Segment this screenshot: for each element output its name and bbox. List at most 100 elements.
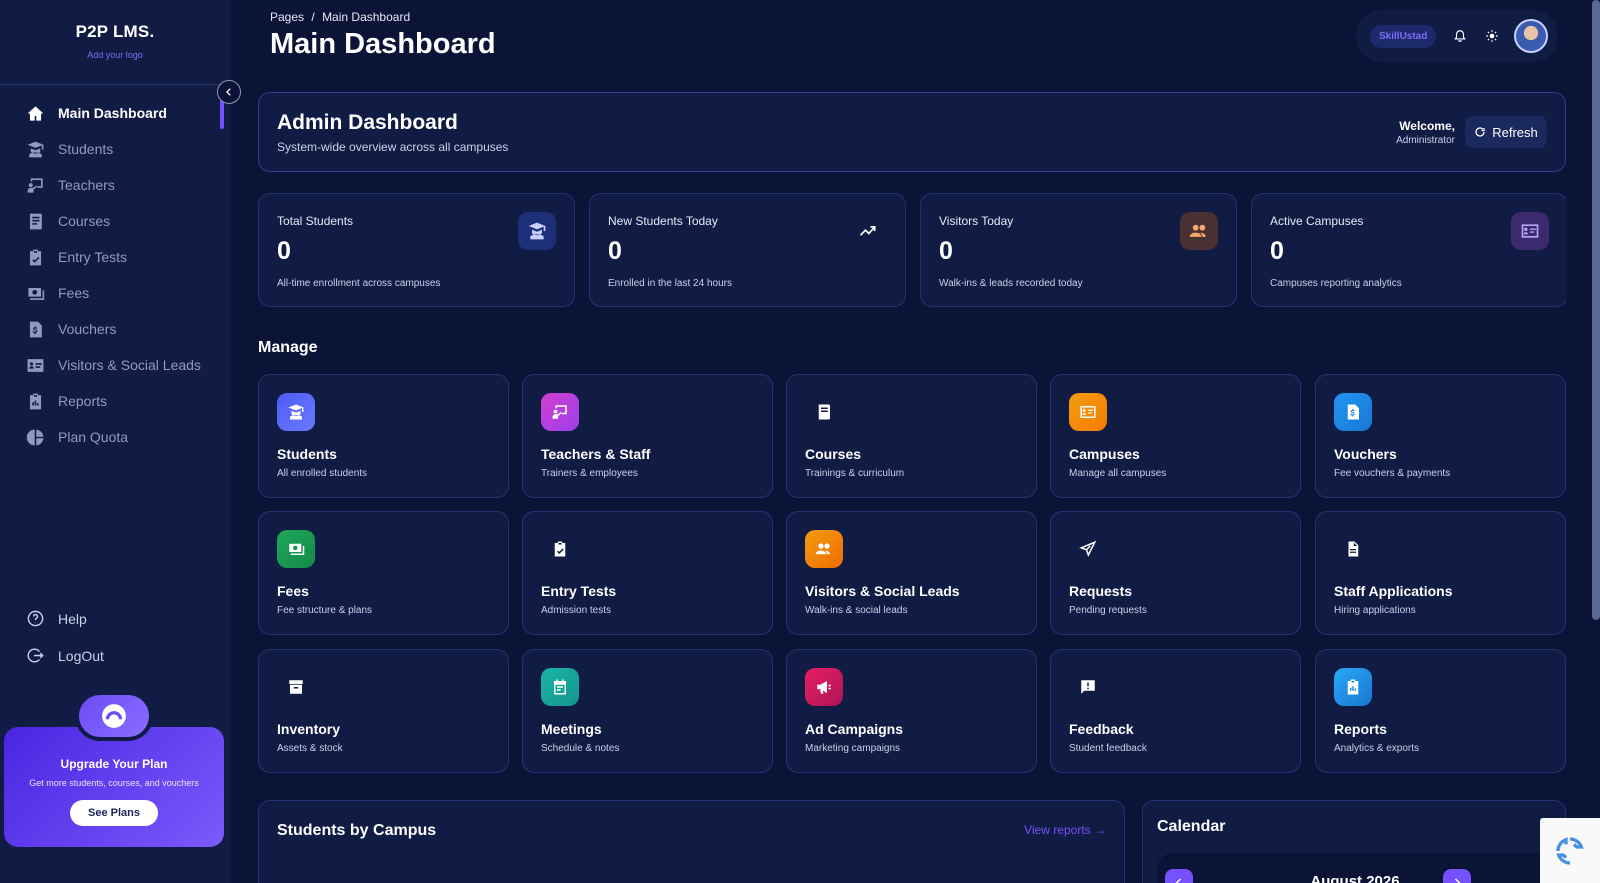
- users-icon: [805, 530, 843, 568]
- refresh-label: Refresh: [1492, 124, 1538, 140]
- breadcrumb-root[interactable]: Pages: [270, 10, 304, 24]
- tile-ad-campaigns[interactable]: Ad Campaigns Marketing campaigns: [786, 649, 1037, 773]
- manage-section-title: Manage: [258, 339, 318, 356]
- breadcrumb-current: Main Dashboard: [322, 10, 411, 24]
- calendar-title: Calendar: [1157, 818, 1226, 835]
- tile-teachers-staff[interactable]: Teachers & Staff Trainers & employees: [522, 374, 773, 498]
- upgrade-title: Upgrade Your Plan: [60, 757, 168, 771]
- tile-title: Vouchers: [1334, 446, 1397, 462]
- tile-feedback[interactable]: Feedback Student feedback: [1050, 649, 1301, 773]
- tile-staff-applications[interactable]: Staff Applications Hiring applications: [1315, 511, 1566, 635]
- chevron-left-icon: [226, 88, 231, 96]
- brand: P2P LMS. Add your logo: [0, 0, 230, 85]
- sidebar-item-plan-quota[interactable]: Plan Quota: [0, 419, 230, 455]
- sidebar-item-fees[interactable]: Fees: [0, 275, 230, 311]
- tile-title: Campuses: [1069, 446, 1140, 462]
- tile-subtitle: Trainers & employees: [541, 468, 638, 479]
- tile-meetings[interactable]: Meetings Schedule & notes: [522, 649, 773, 773]
- calendar-widget: August 2026: [1157, 853, 1553, 883]
- chevron-right-icon: [1454, 878, 1461, 883]
- view-reports-link[interactable]: View reports →: [1024, 823, 1106, 837]
- brand-name: P2P LMS.: [75, 22, 155, 41]
- sidebar-item-students[interactable]: Students: [0, 131, 230, 167]
- tile-courses[interactable]: Courses Trainings & curriculum: [786, 374, 1037, 498]
- sidebar-nav: Main Dashboard Students Teachers Courses…: [0, 95, 230, 455]
- stat-description: Campuses reporting analytics: [1270, 278, 1402, 289]
- voucher-icon: [1334, 393, 1372, 431]
- document-icon: [1334, 530, 1372, 568]
- book-icon: [805, 393, 843, 431]
- report-icon: [1334, 668, 1372, 706]
- calendar-next-button[interactable]: [1443, 869, 1471, 883]
- refresh-button[interactable]: Refresh: [1465, 116, 1547, 148]
- tile-requests[interactable]: Requests Pending requests: [1050, 511, 1301, 635]
- admin-subtitle: System-wide overview across all campuses: [277, 140, 509, 154]
- stat-value: 0: [939, 237, 953, 265]
- tile-title: Meetings: [541, 721, 602, 737]
- users-icon: [1180, 212, 1218, 250]
- sidebar-item-entry-tests[interactable]: Entry Tests: [0, 239, 230, 275]
- upgrade-subtitle: Get more students, courses, and vouchers: [29, 778, 199, 788]
- tile-campuses[interactable]: Campuses Manage all campuses: [1050, 374, 1301, 498]
- trending-up-icon: [849, 212, 887, 250]
- stat-label: Active Campuses: [1270, 214, 1364, 228]
- sidebar-item-main-dashboard[interactable]: Main Dashboard: [0, 95, 230, 131]
- tile-subtitle: Hiring applications: [1334, 605, 1416, 616]
- see-plans-button[interactable]: See Plans: [70, 800, 158, 826]
- tile-subtitle: Fee structure & plans: [277, 605, 373, 616]
- tile-subtitle: Marketing campaigns: [805, 743, 901, 754]
- tile-inventory[interactable]: Inventory Assets & stock: [258, 649, 509, 773]
- calendar-card: Calendar August 2026: [1142, 800, 1566, 883]
- tile-visitors-social-leads[interactable]: Visitors & Social Leads Walk-ins & socia…: [786, 511, 1037, 635]
- tile-entry-tests[interactable]: Entry Tests Admission tests: [522, 511, 773, 635]
- id-card-icon: [25, 355, 45, 375]
- tile-reports[interactable]: Reports Analytics & exports: [1315, 649, 1566, 773]
- stat-value: 0: [1270, 237, 1284, 265]
- stat-card-visitors-today: Visitors Today 0 Walk-ins & leads record…: [920, 193, 1237, 307]
- user-role: Administrator: [1396, 135, 1455, 146]
- sidebar-item-logout[interactable]: LogOut: [0, 637, 230, 674]
- page-scrollbar[interactable]: [1566, 0, 1600, 883]
- book-icon: [25, 211, 45, 231]
- tile-fees[interactable]: Fees Fee structure & plans: [258, 511, 509, 635]
- plan-logo-icon: [102, 704, 126, 728]
- sidebar: P2P LMS. Add your logo Main Dashboard St…: [0, 0, 230, 883]
- welcome-text: Welcome,: [1399, 119, 1455, 133]
- tile-vouchers[interactable]: Vouchers Fee vouchers & payments: [1315, 374, 1566, 498]
- money-icon: [277, 530, 315, 568]
- sidebar-item-label: Visitors & Social Leads: [58, 357, 201, 373]
- scrollbar-thumb[interactable]: [1592, 0, 1600, 620]
- sidebar-item-label: Plan Quota: [58, 429, 129, 445]
- brand-subtitle[interactable]: Add your logo: [0, 50, 230, 60]
- tile-subtitle: Admission tests: [541, 605, 612, 616]
- stat-label: New Students Today: [608, 214, 718, 228]
- sidebar-item-teachers[interactable]: Teachers: [0, 167, 230, 203]
- sidebar-item-label: LogOut: [58, 647, 104, 664]
- tenant-badge[interactable]: SkillUstad: [1370, 24, 1437, 48]
- tile-students[interactable]: Students All enrolled students: [258, 374, 509, 498]
- sidebar-item-label: Students: [58, 141, 114, 157]
- calendar-icon: [541, 668, 579, 706]
- sun-icon[interactable]: [1484, 28, 1500, 44]
- sidebar-item-help[interactable]: Help: [0, 600, 230, 637]
- tile-subtitle: Walk-ins & social leads: [805, 605, 908, 616]
- sidebar-item-reports[interactable]: Reports: [0, 383, 230, 419]
- tile-title: Inventory: [277, 721, 341, 737]
- bell-icon[interactable]: [1452, 28, 1468, 44]
- sidebar-item-courses[interactable]: Courses: [0, 203, 230, 239]
- sidebar-item-vouchers[interactable]: Vouchers: [0, 311, 230, 347]
- sidebar-item-label: Courses: [58, 213, 111, 229]
- tile-subtitle: Schedule & notes: [541, 743, 620, 754]
- sidebar-item-visitors[interactable]: Visitors & Social Leads: [0, 347, 230, 383]
- clipboard-check-icon: [25, 247, 45, 267]
- welcome-block: Welcome, Administrator: [1396, 119, 1455, 146]
- id-card-icon: [1511, 212, 1549, 250]
- view-reports-label: View reports: [1024, 823, 1091, 837]
- avatar[interactable]: [1514, 19, 1548, 53]
- tile-title: Students: [277, 446, 337, 462]
- tile-title: Courses: [805, 446, 862, 462]
- recaptcha-badge[interactable]: [1540, 818, 1600, 883]
- pie-chart-icon: [25, 427, 45, 447]
- sidebar-item-label: Fees: [58, 285, 90, 301]
- collapse-sidebar-button[interactable]: [217, 80, 241, 104]
